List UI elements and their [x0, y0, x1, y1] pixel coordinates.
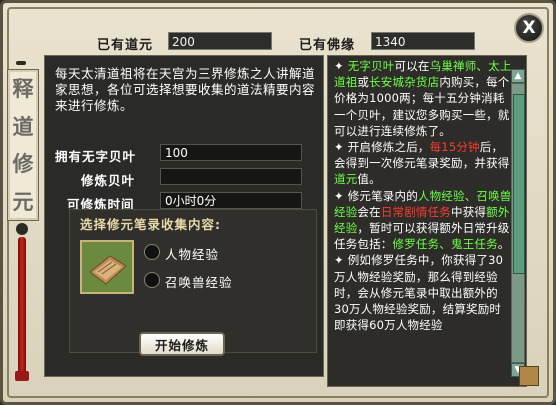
- help-paragraph-4: ✦ 例如修罗任务中，你获得了30万人物经验奖励，那么得到经验时，会从修元笔录中取…: [334, 253, 504, 333]
- text: 。: [497, 237, 510, 252]
- option-pet-exp[interactable]: 召唤兽经验: [165, 272, 233, 291]
- scroll-icon: [82, 242, 132, 292]
- title-char: 元: [12, 188, 34, 214]
- owned-value: 100: [160, 144, 302, 161]
- scroll-item-icon: [80, 240, 134, 294]
- highlight: 长安城杂货店: [369, 75, 440, 90]
- title-char: 道: [12, 113, 34, 139]
- section-title: 选择修元笔录收集内容:: [80, 217, 221, 232]
- window-title: 释 道 修 元: [7, 69, 39, 221]
- text: 例如修罗任务中，你获得了30万人物经验奖励，那么得到经验时，会从修元笔录中取出额…: [334, 253, 504, 333]
- help-text: ✦ 无字贝叶可以在乌巢禅师、太上道祖或长安城杂货店内购买，每个价格为1000两；…: [334, 58, 512, 333]
- text: 会在: [357, 204, 381, 219]
- help-paragraph-1: ✦ 无字贝叶可以在乌巢禅师、太上道祖或长安城杂货店内购买，每个价格为1000两；…: [334, 59, 512, 138]
- text: 开启修炼之后，: [347, 140, 430, 155]
- close-button[interactable]: X: [514, 13, 544, 43]
- resize-handle[interactable]: [519, 366, 539, 386]
- help-paragraph-2: ✦ 开启修炼之后，每15分钟后，会得到一次修元笔录奖励，并获得道元值。: [334, 140, 510, 187]
- owned-label: 拥有无字贝叶: [55, 149, 137, 164]
- title-char: 修: [12, 151, 34, 177]
- main-panel: 每天太清道祖将在天宫为三界修炼之人讲解道家思想，各位可选择想要收集的道法精要内容…: [44, 55, 324, 377]
- close-icon: X: [522, 18, 536, 38]
- scroll-up-arrow[interactable]: ▲: [511, 69, 525, 83]
- scroll-rod: [16, 61, 26, 65]
- time-value: 0小时0分: [160, 192, 302, 209]
- intro-text: 每天太清道祖将在天宫为三界修炼之人讲解道家思想，各位可选择想要收集的道法精要内容…: [55, 66, 316, 113]
- tassel-knot: [16, 223, 28, 235]
- highlight: 每15分钟: [429, 140, 480, 155]
- daoyuan-value: 200: [168, 32, 272, 50]
- foyuan-value: 1340: [371, 32, 475, 50]
- highlight: 无字贝叶: [347, 59, 395, 73]
- title-char: 释: [12, 76, 34, 102]
- highlight: 日常剧情任务: [380, 204, 452, 219]
- radio-pet-exp[interactable]: [144, 272, 160, 288]
- foyuan-label: 已有佛缘: [299, 38, 356, 53]
- radio-person-exp[interactable]: [144, 244, 160, 260]
- cultivate-label: 修炼贝叶: [81, 173, 136, 188]
- highlight: 道元: [334, 172, 358, 187]
- daoyuan-label: 已有道元: [97, 38, 154, 53]
- highlight: 修罗任务、鬼王任务: [392, 237, 498, 252]
- cultivate-input[interactable]: [160, 168, 302, 185]
- red-tassel: [18, 237, 26, 377]
- tassel-end: [15, 371, 29, 381]
- text: 中获得: [451, 204, 487, 219]
- cultivation-window: 释 道 修 元 X 已有道元 200 已有佛缘 1340 每天太清道祖将在天宫为…: [0, 0, 556, 405]
- option-person-exp[interactable]: 人物经验: [165, 244, 219, 263]
- title-scroll: 释 道 修 元: [7, 31, 39, 381]
- text: 或: [357, 75, 370, 90]
- text: 值。: [357, 172, 381, 187]
- help-scrollbar[interactable]: [511, 83, 525, 363]
- start-cultivation-button[interactable]: 开始修炼: [139, 332, 225, 356]
- help-panel: ✦ 无字贝叶可以在乌巢禅师、太上道祖或长安城杂货店内购买，每个价格为1000两；…: [327, 55, 527, 387]
- scroll-thumb[interactable]: [513, 94, 525, 274]
- help-paragraph-3: ✦ 修元笔录内的人物经验、召唤兽经验会在日常剧情任务中获得额外经验，暂时可以获得…: [334, 188, 512, 252]
- text: 修元笔录内的: [347, 188, 418, 203]
- text: 可以在: [394, 59, 430, 73]
